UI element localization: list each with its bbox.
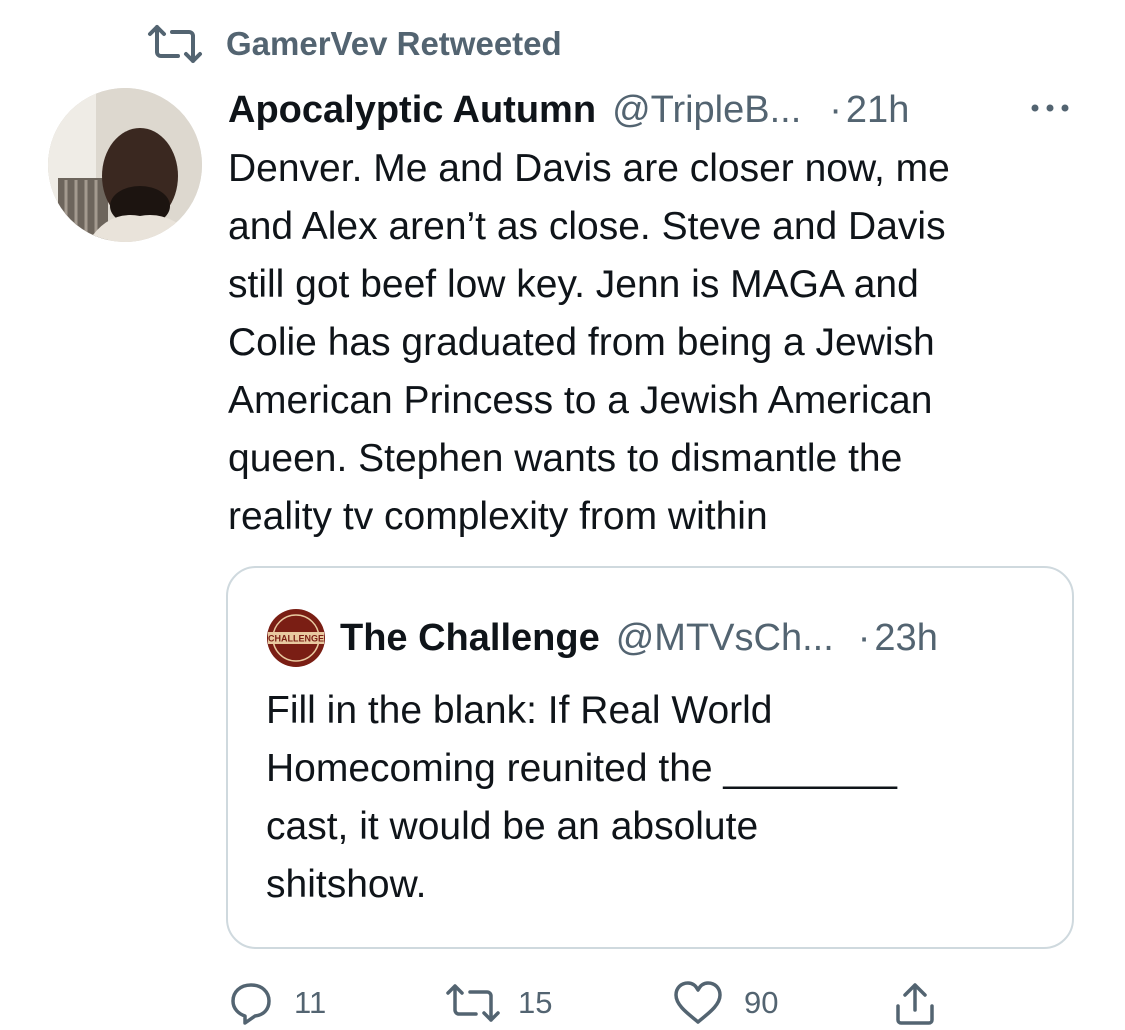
tweet-time[interactable]: 21h [846, 89, 909, 132]
reply-button[interactable]: 11 [228, 978, 326, 1028]
like-count: 90 [744, 985, 779, 1020]
quoted-avatar-logo-text: CHALLENGE [268, 634, 324, 644]
more-horizontal-icon[interactable] [1028, 96, 1072, 120]
tweet-header: Apocalyptic Autumn @TripleB... · 21h [228, 82, 1078, 138]
share-icon [896, 983, 934, 1025]
retweet-button[interactable]: 15 [444, 978, 552, 1028]
quoted-tweet-text: Fill in the blank: If Real World Homecom… [266, 689, 897, 906]
quoted-tweet[interactable]: CHALLENGE The Challenge @MTVsCh... · 23h… [226, 566, 1074, 949]
share-button[interactable] [892, 978, 938, 1028]
like-button[interactable]: 90 [672, 978, 778, 1028]
author-handle[interactable]: @TripleB... [612, 89, 801, 132]
quoted-author-name[interactable]: The Challenge [340, 617, 600, 660]
author-name[interactable]: Apocalyptic Autumn [228, 89, 596, 132]
avatar[interactable] [48, 88, 202, 242]
action-bar: 11 15 90 [228, 978, 968, 1028]
reply-count: 11 [294, 985, 327, 1020]
quoted-tweet-header: CHALLENGE The Challenge @MTVsCh... · 23h [266, 608, 938, 668]
separator-dot: · [829, 88, 842, 131]
reply-icon [231, 983, 271, 1025]
heart-icon [674, 981, 722, 1024]
retweeted-by-label: GamerVev Retweeted [226, 25, 562, 62]
quoted-tweet-time[interactable]: 23h [874, 617, 937, 660]
avatar-photo [48, 88, 202, 242]
quoted-author-handle[interactable]: @MTVsCh... [616, 617, 834, 660]
quoted-separator-dot: · [857, 616, 871, 659]
retweet-count: 15 [518, 985, 553, 1020]
retweet-icon [446, 984, 500, 1022]
tweet-text: Denver. Me and Davis are closer now, me … [228, 147, 950, 538]
quoted-avatar-logo[interactable]: CHALLENGE [266, 608, 326, 668]
retweet-context[interactable]: GamerVev Retweeted [146, 22, 562, 66]
retweet-icon [148, 25, 202, 63]
